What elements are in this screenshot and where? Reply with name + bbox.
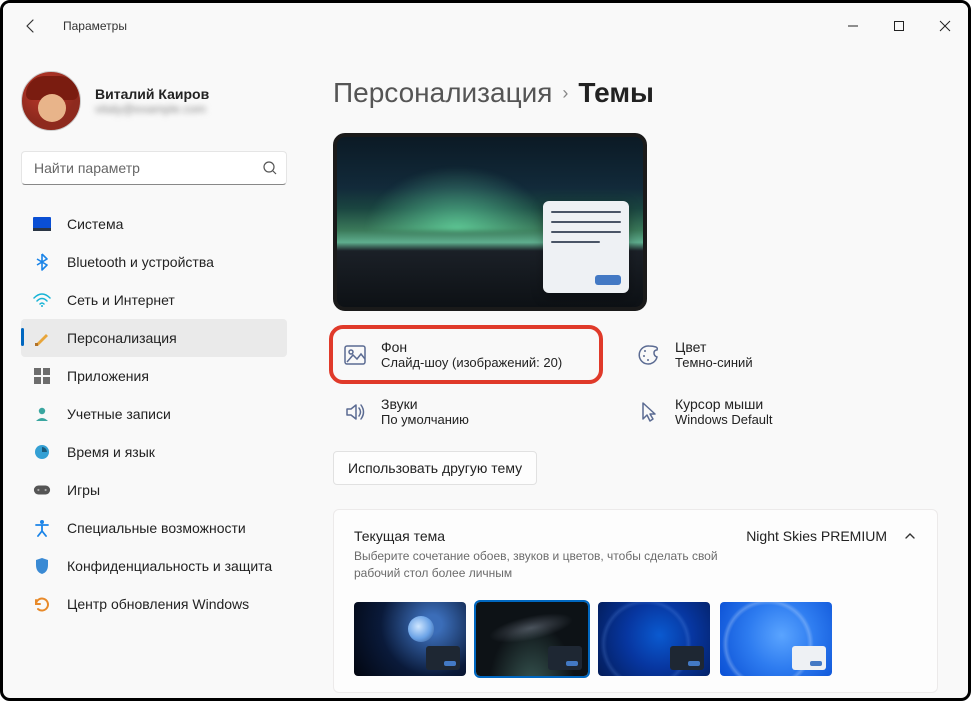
profile-name: Виталий Каиров bbox=[95, 86, 209, 102]
sidebar-item-time[interactable]: Время и язык bbox=[21, 433, 287, 471]
palette-icon bbox=[637, 343, 661, 367]
tile-sub: Windows Default bbox=[675, 412, 773, 427]
chevron-right-icon: › bbox=[562, 83, 568, 104]
minimize-button[interactable] bbox=[830, 3, 876, 49]
time-icon bbox=[33, 443, 51, 461]
main-content: Персонализация › Темы Фон Слайд-шоу (изо… bbox=[303, 49, 968, 698]
window-title: Параметры bbox=[63, 19, 127, 33]
sidebar-item-update[interactable]: Центр обновления Windows bbox=[21, 585, 287, 623]
current-theme-card[interactable]: Текущая тема Выберите сочетание обоев, з… bbox=[333, 509, 938, 693]
tile-title: Курсор мыши bbox=[675, 396, 773, 412]
tile-sub: Темно-синий bbox=[675, 355, 753, 370]
breadcrumb-leaf: Темы bbox=[578, 77, 654, 109]
nav-label: Bluetooth и устройства bbox=[67, 254, 214, 270]
settings-window: Параметры Виталий Каиров vitaly@example.… bbox=[0, 0, 971, 701]
profile-block[interactable]: Виталий Каиров vitaly@example.com bbox=[21, 71, 297, 131]
close-icon bbox=[939, 20, 951, 32]
avatar bbox=[21, 71, 81, 131]
nav-label: Специальные возможности bbox=[67, 520, 246, 536]
sidebar-item-accounts[interactable]: Учетные записи bbox=[21, 395, 287, 433]
theme-preview bbox=[333, 133, 647, 311]
nav-label: Время и язык bbox=[67, 444, 155, 460]
window-controls bbox=[830, 3, 968, 49]
title-bar: Параметры bbox=[3, 3, 968, 49]
nav-label: Приложения bbox=[67, 368, 149, 384]
sidebar-item-apps[interactable]: Приложения bbox=[21, 357, 287, 395]
theme-thumbnails bbox=[354, 602, 917, 676]
sidebar-item-privacy[interactable]: Конфиденциальность и защита bbox=[21, 547, 287, 585]
tile-background[interactable]: Фон Слайд-шоу (изображений: 20) bbox=[333, 329, 599, 380]
tile-sub: По умолчанию bbox=[381, 412, 469, 427]
nav-label: Игры bbox=[67, 482, 100, 498]
nav-label: Персонализация bbox=[67, 330, 177, 346]
cursor-icon bbox=[637, 400, 661, 424]
personalization-icon bbox=[33, 329, 51, 347]
other-theme-button[interactable]: Использовать другую тему bbox=[333, 451, 537, 485]
chevron-up-icon[interactable] bbox=[903, 529, 917, 543]
maximize-button[interactable] bbox=[876, 3, 922, 49]
sidebar-item-network[interactable]: Сеть и Интернет bbox=[21, 281, 287, 319]
preview-window-mock bbox=[543, 201, 629, 293]
tile-color[interactable]: Цвет Темно-синий bbox=[627, 329, 893, 380]
current-theme-title: Текущая тема bbox=[354, 528, 734, 544]
nav-label: Центр обновления Windows bbox=[67, 596, 249, 612]
theme-settings-tiles: Фон Слайд-шоу (изображений: 20) Цвет Тем… bbox=[333, 329, 893, 435]
accessibility-icon bbox=[33, 519, 51, 537]
maximize-icon bbox=[893, 20, 905, 32]
apps-icon bbox=[33, 367, 51, 385]
breadcrumb: Персонализация › Темы bbox=[333, 77, 938, 109]
back-button[interactable] bbox=[15, 10, 47, 42]
search-box[interactable] bbox=[21, 151, 287, 185]
tile-sub: Слайд-шоу (изображений: 20) bbox=[381, 355, 562, 370]
close-button[interactable] bbox=[922, 3, 968, 49]
breadcrumb-root[interactable]: Персонализация bbox=[333, 77, 552, 109]
nav-label: Сеть и Интернет bbox=[67, 292, 175, 308]
nav-list: Система Bluetooth и устройства Сеть и Ин… bbox=[21, 205, 297, 623]
search-icon bbox=[262, 160, 278, 176]
sidebar-item-gaming[interactable]: Игры bbox=[21, 471, 287, 509]
update-icon bbox=[33, 595, 51, 613]
nav-label: Конфиденциальность и защита bbox=[67, 558, 272, 574]
theme-thumb[interactable] bbox=[354, 602, 466, 676]
nav-label: Система bbox=[67, 216, 123, 232]
tile-title: Фон bbox=[381, 339, 562, 355]
privacy-icon bbox=[33, 557, 51, 575]
current-theme-sub: Выберите сочетание обоев, звуков и цвето… bbox=[354, 548, 734, 582]
picture-icon bbox=[343, 343, 367, 367]
tile-title: Цвет bbox=[675, 339, 753, 355]
system-icon bbox=[33, 215, 51, 233]
gaming-icon bbox=[33, 481, 51, 499]
sidebar-item-bluetooth[interactable]: Bluetooth и устройства bbox=[21, 243, 287, 281]
network-icon bbox=[33, 291, 51, 309]
tile-sounds[interactable]: Звуки По умолчанию bbox=[333, 388, 599, 435]
sidebar: Виталий Каиров vitaly@example.com Систем… bbox=[3, 49, 303, 698]
profile-email: vitaly@example.com bbox=[95, 102, 209, 116]
minimize-icon bbox=[847, 20, 859, 32]
sidebar-item-personalization[interactable]: Персонализация bbox=[21, 319, 287, 357]
sidebar-item-accessibility[interactable]: Специальные возможности bbox=[21, 509, 287, 547]
sidebar-item-system[interactable]: Система bbox=[21, 205, 287, 243]
theme-thumb[interactable] bbox=[720, 602, 832, 676]
search-input[interactable] bbox=[34, 160, 262, 176]
accounts-icon bbox=[33, 405, 51, 423]
theme-thumb-selected[interactable] bbox=[476, 602, 588, 676]
current-theme-name: Night Skies PREMIUM bbox=[746, 528, 887, 544]
tile-cursor[interactable]: Курсор мыши Windows Default bbox=[627, 388, 893, 435]
arrow-left-icon bbox=[23, 18, 39, 34]
bluetooth-icon bbox=[33, 253, 51, 271]
nav-label: Учетные записи bbox=[67, 406, 171, 422]
speaker-icon bbox=[343, 400, 367, 424]
theme-thumb[interactable] bbox=[598, 602, 710, 676]
tile-title: Звуки bbox=[381, 396, 469, 412]
